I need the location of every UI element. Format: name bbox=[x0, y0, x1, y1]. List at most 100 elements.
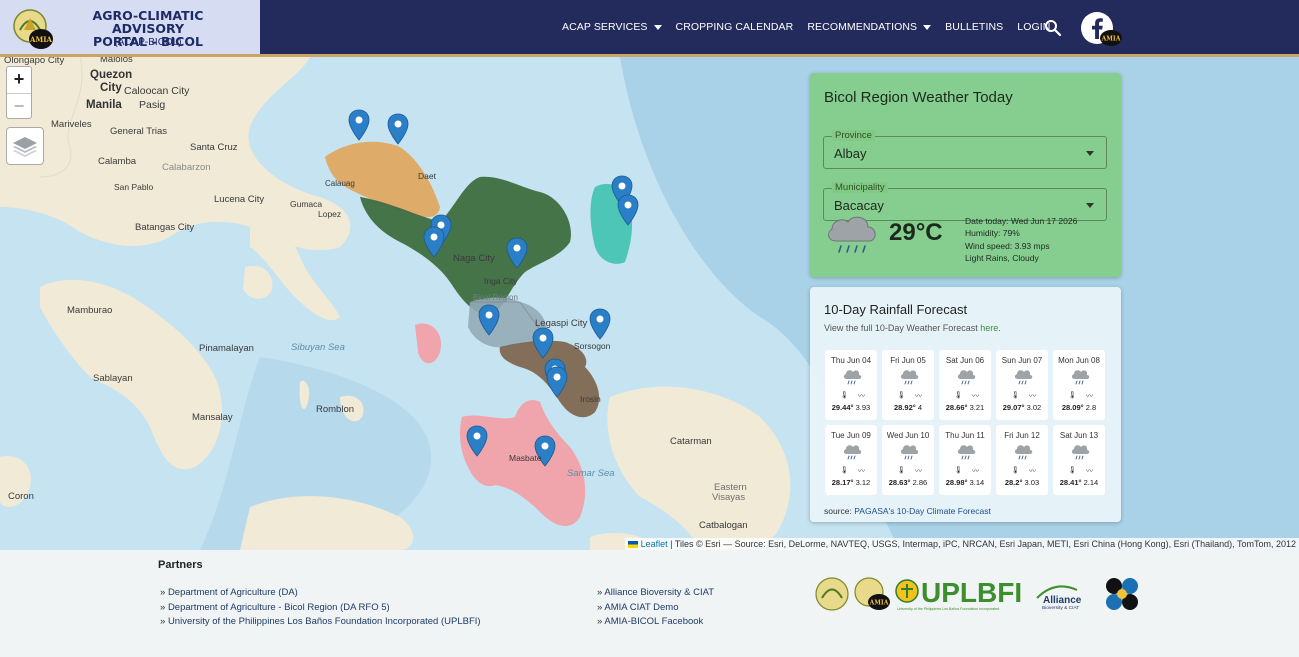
partners-right-list: Alliance Bioversity & CIAT AMIA CIAT Dem… bbox=[597, 586, 714, 630]
forecast-day-wind: 3.03 bbox=[1024, 478, 1040, 487]
wind-icon: 〰 bbox=[858, 468, 865, 475]
nav-acap-services[interactable]: ACAP SERVICES bbox=[562, 21, 662, 33]
rain-cloud-icon bbox=[957, 370, 976, 385]
partner-logos: AMIA UPLBFI University of the Philippine… bbox=[815, 577, 1138, 611]
thermometer-icon: 🌡 bbox=[840, 467, 849, 474]
forecast-day-values: 28.92° 4 bbox=[882, 403, 934, 412]
rain-cloud-icon bbox=[900, 445, 919, 460]
map[interactable]: Olongapo City Malolos Quezon City Calooc… bbox=[0, 57, 1299, 550]
forecast-day: Sat Jun 06 🌡 〰 28.66° 3.21 bbox=[939, 350, 991, 420]
thermometer-icon: 🌡 bbox=[1068, 392, 1077, 399]
forecast-link-prefix: View the full 10-Day Weather Forecast bbox=[824, 323, 978, 333]
zoom-out-button[interactable]: − bbox=[7, 93, 31, 119]
forecast-day-temp: 28.92° bbox=[893, 403, 916, 412]
forecast-day-date: Sun Jun 07 bbox=[1001, 356, 1043, 365]
map-label: Mamburao bbox=[67, 305, 113, 316]
zoom-in-button[interactable]: + bbox=[7, 67, 31, 93]
forecast-day: Sun Jun 07 🌡 〰 29.07° 3.02 bbox=[996, 350, 1048, 420]
forecast-source: source: PAGASA's 10-Day Climate Forecast bbox=[824, 506, 991, 516]
attribution-text: | Tiles © Esri — Source: Esri, DeLorme, … bbox=[670, 539, 1296, 549]
forecast-day-temp: 28.2° bbox=[1004, 478, 1023, 487]
rain-cloud-icon bbox=[843, 445, 862, 460]
forecast-day: Wed Jun 10 🌡 〰 28.63° 2.86 bbox=[882, 425, 934, 495]
map-label: Irosin bbox=[580, 394, 601, 404]
chevron-down-icon bbox=[653, 24, 662, 30]
wind-icon: 〰 bbox=[915, 468, 922, 475]
site-title-line1: AGRO-CLIMATIC ADVISORY bbox=[92, 8, 204, 36]
thermometer-icon: 🌡 bbox=[954, 392, 963, 399]
forecast-source-prefix: source: bbox=[824, 506, 852, 516]
map-label: Caloocan City bbox=[124, 85, 190, 97]
site-subtitle: (ACAP-BICOL) bbox=[114, 37, 182, 48]
wind-icon: 〰 bbox=[1029, 468, 1036, 475]
footer: Partners Department of Agriculture (DA) … bbox=[0, 550, 1299, 657]
chevron-down-icon bbox=[1086, 151, 1094, 156]
forecast-day: Sat Jun 13 🌡 〰 28.41° 2.14 bbox=[1053, 425, 1105, 495]
forecast-day-temp: 28.66° bbox=[945, 403, 968, 412]
partner-link-da[interactable]: Department of Agriculture (DA) bbox=[160, 586, 481, 601]
svg-text:AMIA: AMIA bbox=[869, 600, 889, 607]
rain-cloud-icon bbox=[843, 370, 862, 385]
nav-acap-services-label: ACAP SERVICES bbox=[562, 21, 648, 33]
svg-text:AMIA: AMIA bbox=[29, 35, 52, 44]
forecast-day: Tue Jun 09 🌡 〰 28.17° 3.12 bbox=[825, 425, 877, 495]
forecast-link-suffix: . bbox=[998, 323, 1001, 333]
map-label: Sibuyan Sea bbox=[291, 342, 345, 353]
forecast-day-date: Wed Jun 10 bbox=[886, 431, 930, 440]
forecast-day-wind: 4 bbox=[917, 403, 923, 412]
forecast-day-wind: 2.86 bbox=[912, 478, 928, 487]
layers-button[interactable] bbox=[6, 127, 44, 165]
map-label: General Trias bbox=[110, 126, 168, 137]
forecast-day-date: Sat Jun 13 bbox=[1059, 431, 1099, 440]
forecast-here-link[interactable]: here bbox=[980, 323, 998, 333]
partner-link-amia-ciat-demo[interactable]: AMIA CIAT Demo bbox=[597, 601, 714, 616]
partners-left-list: Department of Agriculture (DA) Departmen… bbox=[160, 586, 481, 630]
forecast-day-wind: 3.93 bbox=[855, 403, 871, 412]
map-label: Visayas bbox=[712, 492, 746, 503]
map-label: Manila bbox=[86, 99, 122, 111]
map-label: Masbate bbox=[509, 453, 542, 463]
forecast-day-date: Thu Jun 04 bbox=[830, 356, 872, 365]
nav-recommendations[interactable]: RECOMMENDATIONS bbox=[807, 21, 932, 33]
province-label: Province bbox=[832, 130, 875, 141]
nav-recommendations-label: RECOMMENDATIONS bbox=[807, 21, 918, 33]
map-label: Sablayan bbox=[93, 373, 133, 384]
pagasa-source-link[interactable]: PAGASA's 10-Day Climate Forecast bbox=[854, 506, 991, 516]
partner-link-amia-bicol-facebook[interactable]: AMIA-BICOL Facebook bbox=[597, 615, 714, 630]
da-bicol-amia-logo-icon: AMIA bbox=[13, 9, 53, 49]
chevron-down-icon bbox=[923, 24, 932, 30]
partner-link-alliance[interactable]: Alliance Bioversity & CIAT bbox=[597, 586, 714, 601]
ukraine-flag-icon bbox=[627, 541, 638, 549]
brand[interactable]: AMIA AGRO-CLIMATIC ADVISORY PORTAL - BIC… bbox=[0, 0, 260, 54]
province-select[interactable]: Province Albay bbox=[823, 130, 1107, 169]
forecast-day-wind: 3.02 bbox=[1026, 403, 1042, 412]
partner-link-da-bicol[interactable]: Department of Agriculture - Bicol Region… bbox=[160, 601, 481, 616]
amia-flower-logo-icon bbox=[1106, 578, 1138, 610]
forecast-day: Thu Jun 11 🌡 〰 28.98° 3.14 bbox=[939, 425, 991, 495]
search-icon[interactable] bbox=[1044, 19, 1062, 37]
map-label: Coron bbox=[8, 491, 34, 502]
thermometer-icon: 🌡 bbox=[1011, 392, 1020, 399]
leaflet-link[interactable]: Leaflet bbox=[641, 539, 668, 549]
wind-icon: 〰 bbox=[972, 393, 979, 400]
partner-link-uplbfi[interactable]: University of the Philippines Los Baños … bbox=[160, 615, 481, 630]
forecast-day-temp: 29.44° bbox=[831, 403, 854, 412]
nav-bulletins[interactable]: BULLETINS bbox=[945, 21, 1003, 33]
zoom-control: + − bbox=[6, 66, 32, 119]
weather-today-card: Bicol Region Weather Today Province Alba… bbox=[810, 73, 1121, 277]
forecast-day: Fri Jun 12 🌡 〰 28.2° 3.03 bbox=[996, 425, 1048, 495]
map-label: Olongapo City bbox=[4, 57, 65, 66]
nav-cropping-calendar[interactable]: CROPPING CALENDAR bbox=[676, 21, 794, 33]
map-label: Batangas City bbox=[135, 222, 195, 233]
layers-icon bbox=[13, 137, 37, 157]
forecast-day-date: Thu Jun 11 bbox=[945, 431, 985, 440]
uplbfi-logo-text: UPLBFI bbox=[921, 577, 1022, 608]
municipality-label: Municipality bbox=[832, 182, 888, 193]
thermometer-icon: 🌡 bbox=[1011, 467, 1020, 474]
map-label: Pinamalayan bbox=[199, 343, 254, 354]
forecast-day-temp: 29.07° bbox=[1002, 403, 1025, 412]
wind-icon: 〰 bbox=[915, 393, 922, 400]
map-label: Calamba bbox=[98, 156, 137, 167]
forecast-day: Fri Jun 05 🌡 〰 28.92° 4 bbox=[882, 350, 934, 420]
forecast-day-values: 28.09° 2.8 bbox=[1053, 403, 1105, 412]
